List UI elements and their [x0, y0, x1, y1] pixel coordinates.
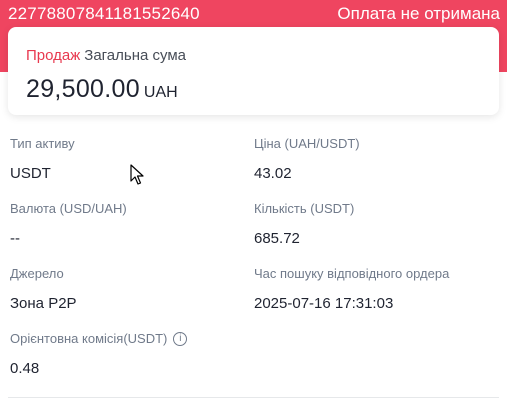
- quantity-label: Кількість (USDT): [254, 201, 355, 216]
- currency-rate-field: Валюта (USD/UAH) --: [10, 201, 127, 247]
- source-field: Джерело Зона P2P: [10, 266, 77, 312]
- asset-type-field: Тип активу USDT: [10, 136, 75, 182]
- info-icon[interactable]: i: [173, 331, 188, 346]
- total-amount-value: 29,500.00: [26, 75, 140, 103]
- total-amount-currency: UAH: [143, 84, 178, 101]
- search-time-label: Час пошуку відповідного ордера: [254, 266, 450, 281]
- total-amount: 29,500.00 UAH: [26, 75, 178, 104]
- asset-type-label: Тип активу: [10, 136, 75, 151]
- quantity-value: 685.72: [254, 230, 300, 247]
- order-details-page: 22778807841181552640 Оплата не отримана …: [0, 0, 507, 400]
- asset-type-value: USDT: [10, 165, 51, 182]
- fee-label: Орієнтовна комісія(USDT): [10, 331, 168, 346]
- search-time-field: Час пошуку відповідного ордера 2025-07-1…: [254, 266, 449, 312]
- fee-field: Орієнтовна комісія(USDT) i 0.48: [10, 331, 188, 377]
- price-label: Ціна (UAH/USDT): [254, 136, 360, 151]
- fee-value: 0.48: [10, 360, 40, 377]
- source-label: Джерело: [10, 266, 64, 281]
- total-amount-label: Продаж Загальна сума: [26, 47, 186, 64]
- source-value: Зона P2P: [10, 295, 77, 312]
- trade-type-badge: Продаж: [26, 47, 81, 64]
- fee-label-row: Орієнтовна комісія(USDT) i: [10, 331, 188, 346]
- mouse-pointer-icon: [130, 164, 144, 185]
- currency-rate-label: Валюта (USD/UAH): [10, 201, 127, 216]
- price-value: 43.02: [254, 165, 292, 182]
- order-id: 22778807841181552640: [8, 4, 200, 23]
- order-status: Оплата не отримана: [337, 4, 500, 23]
- quantity-field: Кількість (USDT) 685.72: [254, 201, 354, 247]
- total-amount-card: Продаж Загальна сума 29,500.00 UAH: [8, 27, 499, 115]
- currency-rate-value: --: [10, 230, 20, 247]
- total-amount-caption: Загальна сума: [84, 47, 186, 64]
- divider: [8, 397, 499, 398]
- price-field: Ціна (UAH/USDT) 43.02: [254, 136, 360, 182]
- search-time-value: 2025-07-16 17:31:03: [254, 295, 394, 312]
